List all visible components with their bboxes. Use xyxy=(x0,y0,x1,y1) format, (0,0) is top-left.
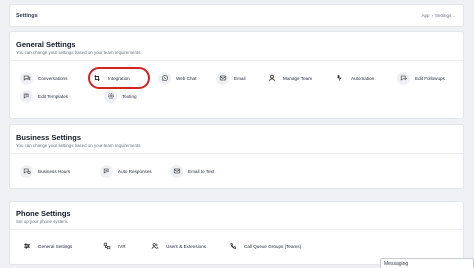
settings-header-bar: Settings App › Settings... xyxy=(9,4,464,27)
whatsapp-icon xyxy=(158,71,171,85)
gear-icon xyxy=(104,89,117,103)
setting-label: Business Hours xyxy=(38,168,71,174)
setting-ivr[interactable]: IVR xyxy=(100,239,126,253)
setting-label: Web Chat xyxy=(176,75,197,81)
chat-clock-icon xyxy=(20,164,33,178)
chevron-right-icon: › xyxy=(431,13,433,18)
setting-web-chat[interactable]: Web Chat xyxy=(158,71,196,85)
setting-users-extensions[interactable]: Users & Extensions xyxy=(148,239,206,253)
setting-call-queue-groups[interactable]: Call Queue Groups (Teams) xyxy=(226,239,301,253)
business-settings-subtitle: You can change your settings based on yo… xyxy=(16,143,142,148)
phone-settings-title: Phone Settings xyxy=(16,209,71,218)
setting-edit-templates[interactable]: Edit Templates xyxy=(20,89,68,103)
phone-settings-card: Phone Settings Set up your phone system.… xyxy=(9,201,464,265)
chat-bubbles-icon xyxy=(20,71,33,85)
setting-manage-team[interactable]: Manage Team xyxy=(265,71,312,85)
business-settings-card: Business Settings You can change your se… xyxy=(9,124,464,189)
person-icon xyxy=(265,72,278,85)
template-icon xyxy=(20,89,33,103)
setting-label: Email xyxy=(234,75,246,81)
breadcrumb: App › Settings... xyxy=(421,13,455,18)
setting-label: Auto Responses xyxy=(118,168,152,174)
setting-label: IVR xyxy=(118,243,126,249)
setting-edit-followups[interactable]: Edit Followups xyxy=(397,71,445,85)
page-title: Settings xyxy=(16,13,38,19)
ivr-icon xyxy=(100,240,113,253)
setting-business-hours[interactable]: Business Hours xyxy=(20,164,70,178)
messaging-popup[interactable]: Messaging xyxy=(380,258,474,268)
business-settings-title: Business Settings xyxy=(16,133,82,142)
users-icon xyxy=(148,240,161,253)
setting-email[interactable]: Email xyxy=(216,71,246,85)
breadcrumb-settings[interactable]: Settings xyxy=(435,13,451,18)
setting-email-to-text[interactable]: Email to Text xyxy=(170,164,214,178)
setting-label: Edit Templates xyxy=(38,93,69,99)
setting-label: Email to Text xyxy=(188,168,215,174)
messaging-popup-label: Messaging xyxy=(384,261,409,267)
divider xyxy=(10,153,463,154)
setting-texting[interactable]: Texting xyxy=(104,89,137,103)
setting-label: Texting xyxy=(122,93,137,99)
phone-settings-subtitle: Set up your phone system. xyxy=(16,219,69,224)
setting-label: Edit Followups xyxy=(415,75,445,81)
setting-label: Users & Extensions xyxy=(166,243,207,249)
divider xyxy=(10,229,463,230)
highlight-ring xyxy=(88,67,150,89)
general-settings-title: General Settings xyxy=(16,40,76,49)
chat-auto-icon xyxy=(100,164,113,178)
sliders-icon xyxy=(20,240,33,253)
divider xyxy=(10,60,463,61)
setting-phone-general[interactable]: General Settings xyxy=(20,239,72,253)
setting-label: General Settings xyxy=(38,243,73,249)
email-text-icon xyxy=(170,164,183,178)
setting-label: Call Queue Groups (Teams) xyxy=(244,243,302,249)
breadcrumb-trailing: ... xyxy=(451,13,455,18)
email-icon xyxy=(216,71,229,85)
setting-label: Manage Team xyxy=(283,75,313,81)
chat-edit-icon xyxy=(397,71,410,85)
general-settings-card: General Settings You can change your set… xyxy=(9,31,464,119)
call-queue-icon xyxy=(226,240,239,253)
setting-automation[interactable]: Automation xyxy=(333,71,374,85)
breadcrumb-app[interactable]: App xyxy=(421,13,429,18)
bolt-icon xyxy=(333,72,346,85)
general-settings-subtitle: You can change your settings based on yo… xyxy=(16,50,142,55)
setting-label: Automation xyxy=(351,75,375,81)
setting-label: Conversations xyxy=(38,75,68,81)
setting-conversations[interactable]: Conversations xyxy=(20,71,67,85)
setting-auto-responses[interactable]: Auto Responses xyxy=(100,164,152,178)
